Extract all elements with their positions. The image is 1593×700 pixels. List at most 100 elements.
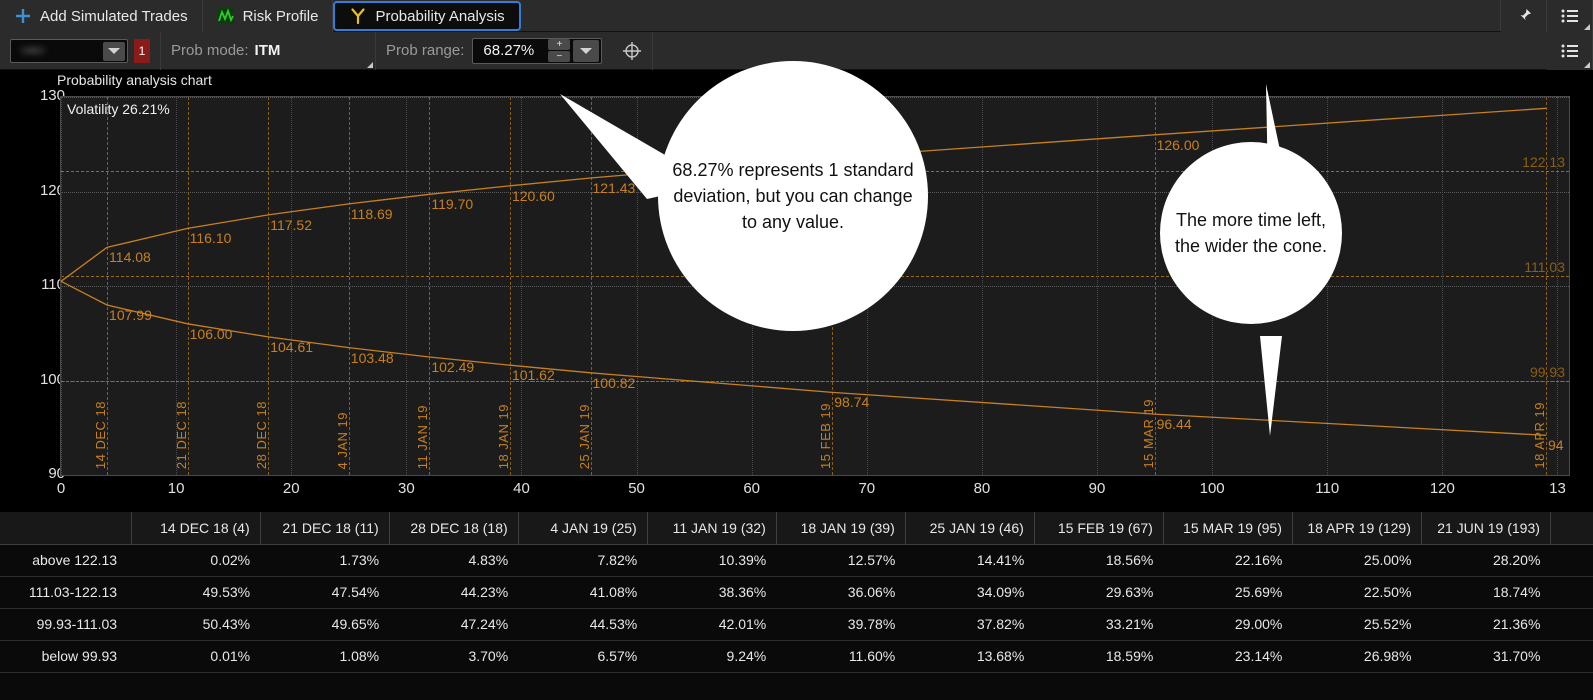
table-cell: 47.54% [260, 576, 390, 609]
table-column-header[interactable]: 18 APR 19 (129) [1292, 512, 1422, 545]
prob-mode-cell[interactable]: Prob mode: ITM [161, 31, 376, 70]
y-axis-tick: 110 [41, 276, 65, 293]
table-cell [1550, 608, 1593, 641]
table-body: above 122.13 0.02% 1.73% 4.83% 7.82% 10.39% 12… [0, 544, 1593, 673]
table-cell: 22.50% [1292, 576, 1422, 609]
table-column-header[interactable]: 15 MAR 19 (95) [1163, 512, 1293, 545]
table-row[interactable]: 111.03-122.13 49.53% 47.54% 44.23% 41.08% 38.… [0, 576, 1593, 609]
corner-resize-indicator [1584, 24, 1590, 30]
table-column-header[interactable]: 4 JAN 19 (25) [518, 512, 648, 545]
symbol-value-masked [19, 45, 47, 56]
callout-standard-deviation: 68.27% represents 1 standard deviation, … [658, 61, 928, 331]
chart-title: Probability analysis chart [57, 72, 212, 88]
prob-mode-label: Prob mode: [171, 42, 249, 59]
callout-text: 68.27% represents 1 standard deviation, … [672, 159, 914, 233]
table-cell: 0.02% [131, 544, 261, 577]
symbol-dropdown-arrow[interactable] [103, 41, 125, 61]
x-axis-tick: 100 [1199, 480, 1225, 497]
table-cell: 29.00% [1163, 608, 1293, 641]
table-cell [1550, 640, 1593, 673]
table-cell: 11.60% [776, 640, 906, 673]
table-cell: 29.63% [1034, 576, 1164, 609]
table-cell: 13.68% [905, 640, 1035, 673]
prob-range-stepper[interactable]: + − [548, 39, 571, 62]
tabbar-menu-button[interactable] [1547, 0, 1593, 32]
table-cell: 6.57% [518, 640, 648, 673]
tab-add-simulated-trades[interactable]: Add Simulated Trades [0, 0, 203, 32]
table-cell: 18.56% [1034, 544, 1164, 577]
y-axis-tick: 120 [39, 181, 65, 199]
callout-cone-width: The more time left, the wider the cone. [1160, 142, 1342, 324]
plus-icon [16, 9, 30, 23]
prob-range-value: 68.27% [483, 42, 535, 59]
menu-icon [1561, 9, 1578, 23]
tab-bar-spacer [520, 0, 1501, 31]
table-cell: 25.52% [1292, 608, 1422, 641]
table-cell: 50.43% [131, 608, 261, 641]
table-cell: 47.24% [389, 608, 519, 641]
alert-badge[interactable]: 1 [134, 38, 150, 63]
table-cell: 0.01% [131, 640, 261, 673]
table-cell: 1.73% [260, 544, 390, 577]
prob-mode-value: ITM [254, 42, 281, 59]
table-column-header[interactable]: 28 DEC 18 (18) [389, 512, 519, 545]
table-cell: 12.57% [776, 544, 906, 577]
tab-label: Risk Profile [242, 7, 319, 25]
symbol-select[interactable] [10, 38, 128, 63]
probability-table: 14 DEC 18 (4) 21 DEC 18 (11) 28 DEC 18 (18… [0, 512, 1593, 673]
table-row[interactable]: above 122.13 0.02% 1.73% 4.83% 7.82% 10.39% 12… [0, 544, 1593, 577]
tab-risk-profile[interactable]: Risk Profile [202, 0, 334, 32]
toolbar-menu-button[interactable] [1547, 31, 1593, 70]
crosshair-icon [623, 41, 642, 60]
gridline-horizontal [61, 475, 1569, 476]
table-cell: 44.53% [518, 608, 648, 641]
table-cell: 34.09% [905, 576, 1035, 609]
stepper-up-button[interactable]: + [548, 39, 571, 50]
symbol-cell: 1 [0, 31, 161, 70]
table-row-label: above 122.13 [0, 544, 132, 577]
chevron-down-icon [580, 47, 593, 54]
x-axis-tick: 20 [282, 480, 300, 497]
table-header-row: 14 DEC 18 (4) 21 DEC 18 (11) 28 DEC 18 (18… [0, 512, 1593, 545]
table-column-header[interactable]: 18 JAN 19 (39) [776, 512, 906, 545]
prob-range-input[interactable]: 68.27% + − [472, 37, 603, 64]
chart-area: Probability analysis chart 130 120 110 100 9… [0, 61, 1593, 510]
table-column-header[interactable]: 14 DEC 18 (4) [131, 512, 261, 545]
x-axis-tick: 60 [743, 480, 761, 497]
table-corner-cell[interactable] [0, 512, 132, 545]
table-column-header[interactable]: 19 [1550, 512, 1593, 545]
x-axis-tick: 40 [513, 480, 530, 497]
table-row[interactable]: 99.93-111.03 50.43% 49.65% 47.24% 44.53% 42.0… [0, 608, 1593, 641]
table-cell: 25.69% [1163, 576, 1293, 609]
table-column-header[interactable]: 15 FEB 19 (67) [1034, 512, 1164, 545]
pin-icon [1517, 9, 1531, 23]
pin-button[interactable] [1501, 0, 1547, 32]
table-column-header[interactable]: 21 JUN 19 (193) [1421, 512, 1551, 545]
risk-profile-icon [217, 8, 234, 24]
prob-range-dropdown[interactable] [573, 39, 600, 62]
table-cell: 21.36% [1421, 608, 1551, 641]
table-cell: 18.74% [1421, 576, 1551, 609]
x-axis-tick: 0 [56, 480, 66, 497]
prob-range-label: Prob range: [386, 42, 465, 59]
table-cell: 33.21% [1034, 608, 1164, 641]
table-cell: 4.83% [389, 544, 519, 577]
x-axis-tick: 80 [973, 480, 991, 497]
table-column-header[interactable]: 25 JAN 19 (46) [905, 512, 1035, 545]
stepper-down-button[interactable]: − [548, 51, 571, 62]
table-column-header[interactable]: 11 JAN 19 (32) [647, 512, 777, 545]
x-axis-tick: 13 [1549, 480, 1566, 497]
callout-text: The more time left, the wider the cone. [1174, 209, 1328, 256]
prob-range-cell: Prob range: 68.27% + − [376, 32, 612, 70]
table-cell: 28.20% [1421, 544, 1551, 577]
tab-probability-analysis[interactable]: Probability Analysis [333, 1, 521, 31]
x-axis-tick: 70 [858, 480, 876, 497]
probability-analysis-icon [351, 8, 366, 25]
tab-label: Probability Analysis [375, 7, 505, 25]
table-row[interactable]: below 99.93 0.01% 1.08% 3.70% 6.57% 9.24% 11.6… [0, 640, 1593, 673]
crosshair-cell[interactable] [612, 31, 654, 70]
table-column-header[interactable]: 21 DEC 18 (11) [260, 512, 390, 545]
probability-table-wrap[interactable]: 14 DEC 18 (4) 21 DEC 18 (11) 28 DEC 18 (18… [0, 512, 1593, 700]
x-axis-tick: 110 [1315, 480, 1340, 497]
tab-bar: Add Simulated Trades Risk Profile Probab… [0, 0, 1593, 32]
